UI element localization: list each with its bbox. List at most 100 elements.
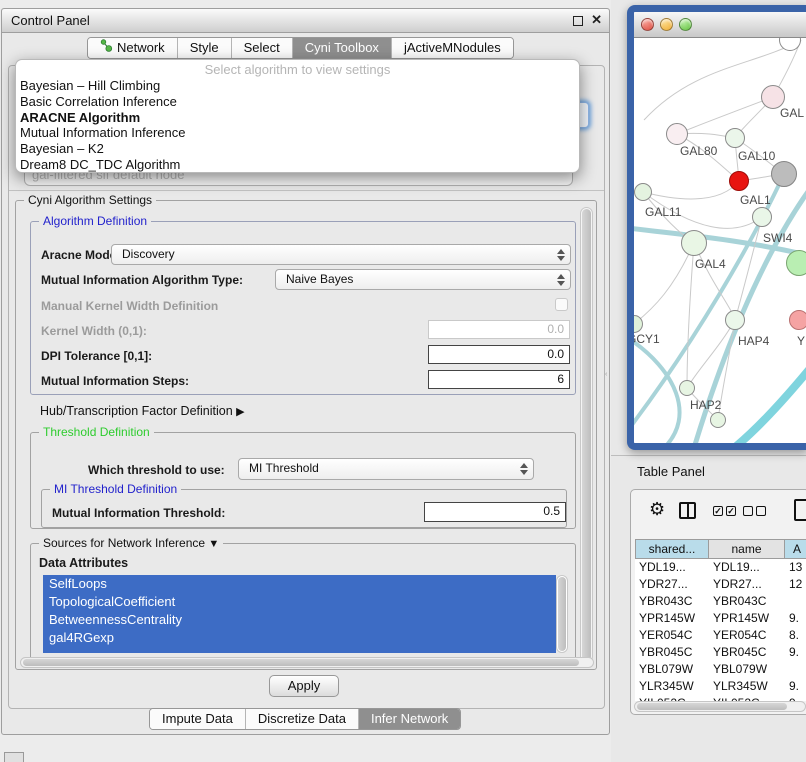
cell: YBR043C bbox=[635, 593, 709, 610]
network-node[interactable] bbox=[786, 250, 806, 276]
network-node-hap4[interactable] bbox=[725, 310, 745, 330]
table-horizontal-scrollbar[interactable] bbox=[634, 701, 806, 712]
table-row[interactable]: YPR145W YPR145W 9. bbox=[635, 610, 806, 627]
manual-kernel-checkbox[interactable] bbox=[555, 298, 568, 311]
spinner-icon bbox=[557, 274, 565, 286]
tab-select[interactable]: Select bbox=[231, 38, 292, 58]
mi-threshold-label: Mutual Information Threshold: bbox=[52, 506, 225, 520]
network-node[interactable] bbox=[789, 310, 806, 330]
cell: YDR27... bbox=[635, 576, 709, 593]
tab-infer-network[interactable]: Infer Network bbox=[358, 709, 460, 729]
network-node-gal11[interactable] bbox=[634, 183, 652, 201]
dpi-tolerance-label: DPI Tolerance [0,1]: bbox=[41, 349, 152, 363]
network-node-gal80[interactable] bbox=[666, 123, 688, 145]
cell: 9. bbox=[785, 610, 806, 627]
table-row[interactable]: YLR345W YLR345W 9. bbox=[635, 678, 806, 695]
sources-title[interactable]: Sources for Network Inference ▼ bbox=[39, 536, 223, 550]
control-panel-titlebar: Control Panel ✕ bbox=[2, 9, 609, 33]
algorithm-option[interactable]: Basic Correlation Inference bbox=[16, 94, 579, 110]
network-canvas[interactable]: GAL GAL80 GAL10 GAL1 GAL11 SWI4 GAL4 GCY… bbox=[634, 38, 806, 443]
network-node-hap2[interactable] bbox=[679, 380, 695, 396]
cell bbox=[785, 661, 806, 678]
splitter-handle[interactable]: ‹ bbox=[605, 371, 609, 376]
table-row[interactable]: YBR045C YBR045C 9. bbox=[635, 644, 806, 661]
column-header-shared-name[interactable]: shared... bbox=[635, 539, 709, 559]
column-header-name[interactable]: name bbox=[709, 539, 785, 559]
bottom-tabbar: Impute Data Discretize Data Infer Networ… bbox=[149, 708, 461, 730]
node-label: GCY1 bbox=[634, 332, 660, 346]
select-all-columns-icon[interactable]: ✓ ✓ bbox=[713, 506, 736, 516]
tab-network[interactable]: Network bbox=[88, 38, 177, 58]
algorithm-option[interactable]: Bayesian – Hill Climbing bbox=[16, 78, 579, 94]
list-item[interactable]: gal4RGexp bbox=[43, 629, 556, 647]
table-row[interactable]: YER054C YER054C 8. bbox=[635, 627, 806, 644]
algorithm-option[interactable]: Dream8 DC_TDC Algorithm bbox=[16, 157, 579, 173]
cell: YDL19... bbox=[709, 559, 785, 576]
algorithm-option[interactable]: Bayesian – K2 bbox=[16, 141, 579, 157]
mi-threshold-field[interactable]: 0.5 bbox=[424, 502, 566, 522]
zoom-traffic-light[interactable] bbox=[679, 18, 692, 31]
hub-definition-expander[interactable]: Hub/Transcription Factor Definition ▶ bbox=[40, 404, 245, 418]
export-table-icon[interactable] bbox=[794, 499, 806, 521]
algorithm-definition-title: Algorithm Definition bbox=[39, 214, 151, 228]
network-node-gray[interactable] bbox=[771, 161, 797, 187]
table-row[interactable]: YDL19... YDL19... 13 bbox=[635, 559, 806, 576]
table-row[interactable]: YDR27... YDR27... 12 bbox=[635, 576, 806, 593]
which-threshold-combobox[interactable]: MI Threshold bbox=[238, 458, 534, 480]
control-panel-window: Control Panel ✕ Network Style Select Cyn… bbox=[1, 8, 610, 735]
dpi-tolerance-field[interactable]: 0.0 bbox=[428, 345, 570, 364]
node-label: GAL11 bbox=[645, 205, 681, 219]
cell: 13 bbox=[785, 559, 806, 576]
algorithm-option[interactable]: Mutual Information Inference bbox=[16, 125, 579, 141]
column-header-partial[interactable]: A bbox=[785, 539, 806, 559]
close-traffic-light[interactable] bbox=[641, 18, 654, 31]
algorithm-option-selected[interactable]: ARACNE Algorithm bbox=[16, 110, 579, 126]
table-header: shared... name A bbox=[635, 539, 806, 559]
columns-icon[interactable] bbox=[679, 502, 696, 519]
kernel-width-field[interactable]: 0.0 bbox=[428, 320, 570, 339]
mi-type-value: Naive Bayes bbox=[286, 272, 353, 286]
cell: YPR145W bbox=[709, 610, 785, 627]
network-node-gal4[interactable] bbox=[681, 230, 707, 256]
network-node-selected-red[interactable] bbox=[729, 171, 749, 191]
expand-right-icon: ▶ bbox=[236, 406, 244, 418]
list-item[interactable]: SelfLoops bbox=[43, 575, 556, 593]
cell: YDR27... bbox=[709, 576, 785, 593]
tab-label: Cyni Toolbox bbox=[305, 38, 379, 58]
tab-discretize-data[interactable]: Discretize Data bbox=[245, 709, 358, 729]
aracne-mode-combobox[interactable]: Discovery bbox=[111, 244, 571, 265]
tab-impute-data[interactable]: Impute Data bbox=[150, 709, 245, 729]
cell: YPR145W bbox=[635, 610, 709, 627]
minimize-traffic-light[interactable] bbox=[660, 18, 673, 31]
network-node-gal10[interactable] bbox=[725, 128, 745, 148]
mi-type-combobox[interactable]: Naive Bayes bbox=[275, 269, 571, 290]
tab-cyni-toolbox[interactable]: Cyni Toolbox bbox=[292, 38, 391, 58]
network-node[interactable] bbox=[710, 412, 726, 428]
table-row[interactable]: YBL079W YBL079W bbox=[635, 661, 806, 678]
network-node-swi4[interactable] bbox=[752, 207, 772, 227]
apply-button[interactable]: Apply bbox=[269, 675, 339, 697]
tab-jactivemnodules[interactable]: jActiveMNodules bbox=[391, 38, 513, 58]
tab-style[interactable]: Style bbox=[177, 38, 231, 58]
network-window-titlebar[interactable] bbox=[634, 12, 806, 38]
deselect-all-columns-icon[interactable] bbox=[743, 506, 766, 516]
control-panel-title: Control Panel bbox=[11, 13, 90, 28]
table-row[interactable]: YBR043C YBR043C bbox=[635, 593, 806, 610]
float-icon[interactable] bbox=[573, 16, 583, 26]
list-vertical-scrollbar[interactable] bbox=[556, 575, 568, 653]
node-label: GAL1 bbox=[740, 193, 771, 207]
mi-steps-field[interactable]: 6 bbox=[428, 370, 570, 389]
cell bbox=[785, 593, 806, 610]
gear-icon[interactable]: ⚙ bbox=[649, 499, 665, 520]
minimized-panel-icon[interactable] bbox=[4, 752, 24, 762]
unchecked-box-icon bbox=[756, 506, 766, 516]
cell: YLR345W bbox=[709, 678, 785, 695]
cell: 9. bbox=[785, 678, 806, 695]
list-item[interactable]: BetweennessCentrality bbox=[43, 611, 556, 629]
close-icon[interactable]: ✕ bbox=[591, 12, 602, 28]
control-panel-tabbar: Network Style Select Cyni Toolbox jActiv… bbox=[87, 37, 514, 59]
settings-horizontal-scrollbar[interactable] bbox=[20, 657, 594, 668]
collapse-down-icon: ▼ bbox=[208, 538, 219, 550]
settings-vertical-scrollbar[interactable] bbox=[580, 207, 593, 663]
list-item[interactable]: TopologicalCoefficient bbox=[43, 593, 556, 611]
